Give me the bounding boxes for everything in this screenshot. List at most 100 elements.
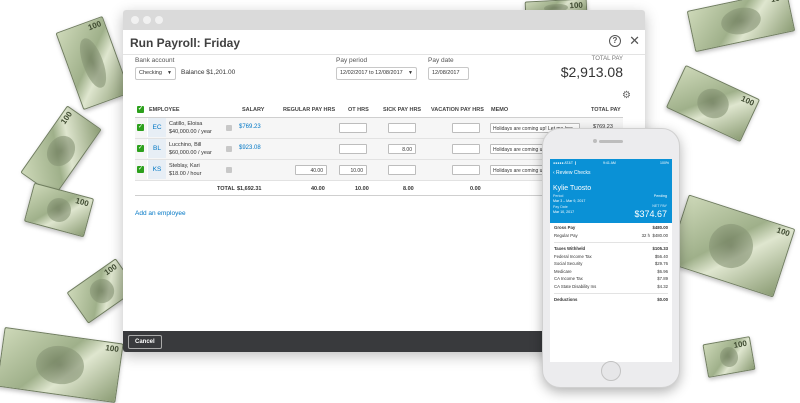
deductions-label: Deductions: [554, 297, 578, 302]
pay-date-input[interactable]: 12/08/2017: [428, 67, 469, 80]
home-button[interactable]: [601, 361, 621, 381]
paycheck-icon[interactable]: [226, 125, 232, 131]
bank-balance: Balance $1,201.00: [181, 69, 236, 76]
tax-value: $56.40: [654, 253, 668, 259]
phone-speaker: [599, 140, 623, 143]
bank-account-label: Bank account: [135, 57, 175, 64]
close-icon[interactable]: ✕: [629, 34, 640, 48]
sick-hrs-input[interactable]: [388, 165, 416, 175]
pay-date-label: Pay date: [428, 57, 454, 64]
sick-hrs-input[interactable]: [388, 123, 416, 133]
employee-name-cell[interactable]: Catillo, Eloisa $40,000.00 / year: [169, 120, 212, 136]
tax-label: CA State Disability Ins: [554, 283, 597, 289]
salary-link[interactable]: $769.23: [239, 124, 261, 130]
vacation-hrs-input[interactable]: [452, 165, 480, 175]
avatar: BL: [147, 139, 166, 158]
chevron-down-icon: ▼: [167, 70, 172, 76]
select-all-checkbox[interactable]: ✓: [137, 106, 144, 113]
pay-period-value: 12/02/2017 to 12/08/2017: [340, 70, 403, 76]
cancel-button[interactable]: Cancel: [128, 335, 162, 349]
employee-name[interactable]: Lucchino, Bill: [169, 141, 212, 149]
money-bill-image: [23, 182, 95, 238]
employee-rate: $60,000.00 / year: [169, 150, 212, 156]
window-control-dot[interactable]: [155, 16, 163, 24]
employee-name[interactable]: Catillo, Eloisa: [169, 120, 212, 128]
row-checkbox[interactable]: ✓: [137, 166, 144, 173]
column-header-memo: MEMO: [491, 107, 509, 113]
phone-device: ●●●●● AT&T ❙ 9:41 AM 100% ‹ Review Check…: [542, 128, 680, 388]
employee-rate: $18.00 / hour: [169, 171, 202, 177]
list-item: CA Income Tax $7.89: [554, 276, 668, 284]
list-item: Federal Income Tax $56.40: [554, 254, 668, 262]
row-checkbox[interactable]: ✓: [137, 124, 144, 131]
paycheck-icon[interactable]: [226, 167, 232, 173]
taxes-value: $105.33: [652, 246, 668, 251]
page-title: Run Payroll: Friday: [130, 36, 241, 50]
pay-period-select[interactable]: 12/02/2017 to 12/08/2017 ▼: [336, 67, 417, 80]
money-bill-image: [0, 326, 124, 403]
avatar: KS: [147, 160, 166, 179]
pay-period-label: Pay period: [336, 57, 368, 64]
paycheck-icon[interactable]: [226, 146, 232, 152]
employee-name: Kylie Tuosto: [553, 185, 592, 192]
help-icon[interactable]: ?: [609, 35, 621, 47]
vacation-hrs-input[interactable]: [452, 144, 480, 154]
regular-pay-value: $480.00: [652, 232, 668, 238]
column-header-salary: SALARY: [242, 107, 265, 113]
total-pay-amount: $2,913.08: [560, 64, 623, 80]
gross-pay-label: Gross Pay: [554, 225, 576, 230]
paycheck-header: ●●●●● AT&T ❙ 9:41 AM 100% ‹ Review Check…: [550, 159, 672, 223]
bank-account-value: Checking: [139, 70, 162, 76]
tax-label: Federal Income Tax: [554, 253, 592, 259]
vacation-hrs-input[interactable]: [452, 123, 480, 133]
tax-value: $7.89: [657, 276, 668, 281]
row-checkbox[interactable]: ✓: [137, 145, 144, 152]
employee-name-cell[interactable]: Lucchino, Bill $60,000.00 / year: [169, 141, 212, 157]
gear-icon[interactable]: ⚙: [622, 90, 631, 101]
tax-label: CA Income Tax: [554, 276, 583, 281]
money-bill-image: [55, 15, 131, 111]
column-header-employee: EMPLOYEE: [149, 107, 180, 113]
deductions-row: Deductions $0.00: [554, 297, 668, 305]
regular-pay-label: Regular Pay: [554, 232, 578, 238]
window-header: Run Payroll: Friday ? ✕: [123, 32, 645, 55]
employee-name[interactable]: Steblay, Kari: [169, 162, 201, 170]
back-button[interactable]: ‹ Review Checks: [553, 170, 591, 176]
chevron-down-icon: ▼: [408, 70, 413, 76]
ot-hrs-input[interactable]: [339, 144, 367, 154]
battery-level: 100%: [660, 161, 669, 165]
taxes-label: Taxes Withheld: [554, 246, 586, 251]
gross-pay-value: $480.00: [652, 225, 668, 230]
column-header-vacation-hrs: VACATION PAY HRS: [431, 107, 484, 113]
pay-date-label: Pay Date: [553, 205, 568, 209]
pay-date-value: Mar 10, 2017: [553, 210, 575, 214]
tax-value: $6.96: [657, 268, 668, 274]
divider: [554, 293, 668, 294]
bank-account-select[interactable]: Checking ▼: [135, 67, 176, 80]
period-label: Period: [553, 194, 564, 198]
table-header-row: ✓ EMPLOYEE SALARY REGULAR PAY HRS OT HRS…: [135, 102, 623, 118]
employee-name-cell[interactable]: Steblay, Kari $18.00 / hour: [169, 162, 201, 178]
totals-ot-hrs: 10.00: [355, 186, 369, 192]
sick-hrs-input[interactable]: 8.00: [388, 144, 416, 154]
tax-label: Social Security: [554, 261, 583, 266]
net-pay-amount: $374.67: [634, 209, 667, 219]
totals-sick-hrs: 8.00: [403, 186, 414, 192]
window-control-dot[interactable]: [131, 16, 139, 24]
money-bill-image: [702, 336, 756, 378]
add-employee-link[interactable]: Add an employee: [135, 210, 186, 217]
ot-hrs-input[interactable]: 10.00: [339, 165, 367, 175]
period-value: Mar 3 – Mar 9, 2017: [553, 199, 586, 203]
phone-status-bar: ●●●●● AT&T ❙ 9:41 AM 100%: [553, 161, 669, 165]
salary-link[interactable]: $923.08: [239, 145, 261, 151]
net-pay-label: NET PAY: [652, 204, 667, 208]
tax-label: Medicare: [554, 268, 572, 274]
ot-hrs-input[interactable]: [339, 123, 367, 133]
money-bill-image: [666, 194, 796, 298]
deductions-value: $0.00: [657, 297, 668, 302]
window-control-dot[interactable]: [143, 16, 151, 24]
totals-vacation-hrs: 0.00: [470, 186, 481, 192]
regular-hrs-input[interactable]: 40.00: [295, 165, 327, 175]
column-header-ot-hrs: OT HRS: [348, 107, 369, 113]
totals-label: TOTAL: [217, 186, 235, 192]
